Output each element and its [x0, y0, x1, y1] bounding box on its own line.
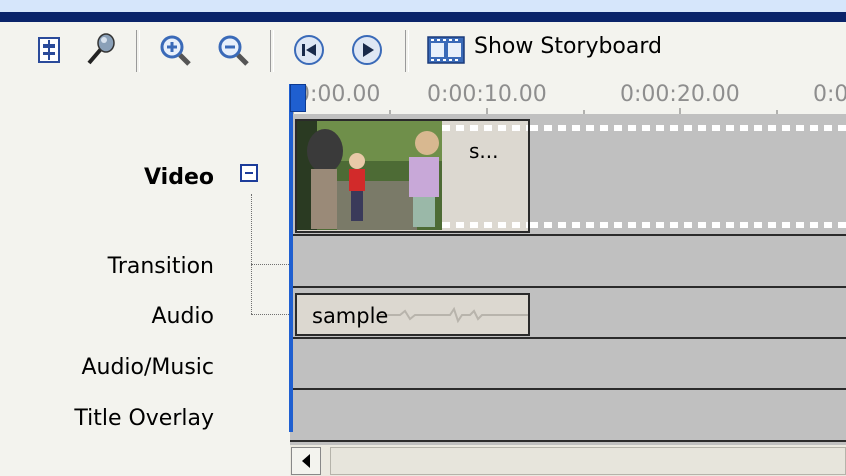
zoom-in-icon — [160, 35, 191, 66]
set-audio-levels-button[interactable] — [36, 36, 62, 64]
track-divider — [290, 286, 846, 288]
track-divider — [290, 388, 846, 390]
play-timeline-button[interactable] — [350, 33, 384, 67]
track-divider — [290, 440, 846, 442]
track-divider — [290, 337, 846, 339]
timeline-toolbar — [0, 22, 846, 78]
show-storyboard-label[interactable]: Show Storyboard — [474, 34, 662, 59]
track-divider — [290, 234, 846, 236]
scroll-left-button[interactable] — [291, 447, 321, 475]
show-storyboard-button[interactable] — [426, 33, 466, 67]
ruler-tick-label: 0:00:10.00 — [427, 82, 547, 107]
video-clip-label: s... — [469, 139, 499, 163]
video-thumbnail-image — [297, 121, 442, 230]
arrow-left-icon — [302, 454, 310, 468]
rewind-timeline-button[interactable] — [292, 33, 326, 67]
audio-clip-label: sample — [312, 304, 389, 328]
timeline-window: Show Storyboard Video Transition Audio A… — [0, 0, 846, 476]
film-perforation-bottom — [530, 222, 846, 228]
film-perforation-top — [530, 125, 846, 131]
clip-perforation-bottom — [442, 222, 528, 228]
collapse-video-track-button[interactable] — [240, 164, 258, 182]
audio-waveform — [380, 306, 528, 324]
microphone-icon — [87, 33, 115, 65]
transition-track-label: Transition — [107, 254, 214, 279]
toolbar-separator — [270, 30, 274, 72]
storyboard-icon — [427, 36, 465, 64]
video-clip-thumbnail — [297, 121, 442, 230]
audio-music-track-label: Audio/Music — [81, 355, 214, 380]
playhead[interactable] — [289, 84, 293, 432]
play-icon — [352, 35, 382, 65]
track-tree-branch — [251, 264, 291, 265]
ruler-tick-label: 0:00:20.00 — [620, 82, 740, 107]
rewind-icon — [294, 35, 324, 65]
zoom-out-button[interactable] — [215, 32, 251, 68]
set-audio-levels-icon — [38, 37, 60, 63]
video-track-label: Video — [144, 165, 214, 190]
title-bar — [0, 12, 846, 22]
title-overlay-track-label: Title Overlay — [74, 406, 214, 431]
track-tree-line — [251, 194, 252, 314]
playhead-handle[interactable] — [290, 84, 306, 112]
ruler-tick-label: 0:00.00 — [296, 82, 381, 107]
track-tree-branch — [251, 314, 291, 315]
scrollbar-thumb[interactable] — [330, 447, 846, 475]
clip-perforation-top — [442, 125, 528, 131]
zoom-in-button[interactable] — [157, 32, 193, 68]
zoom-out-icon — [218, 35, 249, 66]
narrate-timeline-button[interactable] — [82, 32, 118, 68]
toolbar-separator — [136, 30, 140, 72]
audio-track-label: Audio — [151, 304, 214, 329]
ruler-tick-label: 0:0 — [813, 82, 846, 107]
toolbar-separator — [405, 30, 409, 72]
